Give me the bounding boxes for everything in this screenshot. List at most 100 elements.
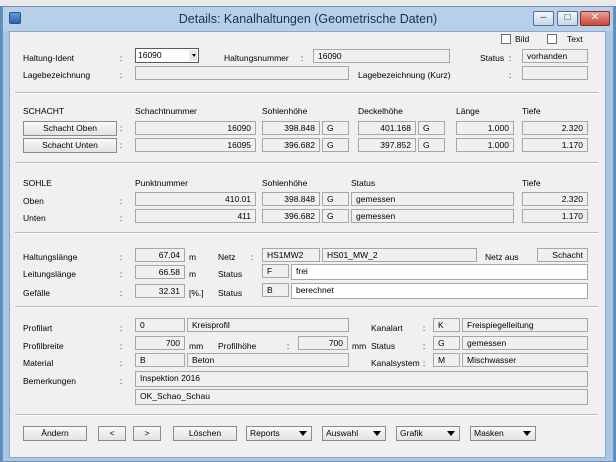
colon: : xyxy=(119,70,123,80)
kanalsystem-code-field[interactable]: M xyxy=(433,353,460,367)
sohle-oben-status-field[interactable]: gemessen xyxy=(351,192,514,206)
tiefe-oben-field[interactable]: 2.320 xyxy=(522,121,588,135)
col-laenge: Länge xyxy=(456,106,480,116)
colon: : xyxy=(119,123,123,133)
colon: : xyxy=(119,196,123,206)
deckelhoehe-oben-field[interactable]: 401.168 xyxy=(358,121,416,135)
separator xyxy=(15,306,598,308)
haltung-ident-select[interactable]: 16090 xyxy=(135,48,199,63)
aendern-button[interactable]: Ändern xyxy=(23,426,87,441)
netz-aus-field[interactable]: Schacht xyxy=(537,248,588,262)
colon: : xyxy=(119,323,123,333)
gefaelle-unit: [%.] xyxy=(189,288,204,298)
colon: : xyxy=(119,140,123,150)
minimize-button[interactable]: – xyxy=(533,11,554,26)
status-frei-code[interactable]: F xyxy=(262,264,289,278)
gefaelle-field[interactable]: 32.31 xyxy=(135,284,185,298)
lagebezeichnung-kurz-field[interactable] xyxy=(522,66,588,80)
sohlenhoehe-unten-status[interactable]: G xyxy=(322,138,349,152)
sohle-unten-hoehe-status[interactable]: G xyxy=(322,209,349,223)
colon: : xyxy=(508,53,512,63)
punktnummer-oben-field[interactable]: 410.01 xyxy=(135,192,256,206)
grafik-dropdown[interactable]: Grafik xyxy=(396,426,460,441)
material-code-field[interactable]: B xyxy=(135,353,185,367)
masken-dropdown[interactable]: Masken xyxy=(470,426,536,441)
col-tiefe: Tiefe xyxy=(522,178,541,188)
sohle-oben-hoehe-field[interactable]: 398.848 xyxy=(262,192,320,206)
haltungslaenge-field[interactable]: 67.04 xyxy=(135,248,185,262)
status-berechnet-code[interactable]: B xyxy=(262,283,289,297)
lagebezeichnung-kurz-label: Lagebezeichnung (Kurz) xyxy=(358,70,451,80)
laenge-oben-field[interactable]: 1.000 xyxy=(456,121,514,135)
tiefe-unten-field[interactable]: 1.170 xyxy=(522,138,588,152)
bild-checkbox[interactable] xyxy=(501,34,511,44)
profilart-code-field[interactable]: 0 xyxy=(135,318,185,332)
masken-label: Masken xyxy=(474,428,504,438)
sohle-unten-hoehe-field[interactable]: 396.682 xyxy=(262,209,320,223)
loeschen-button[interactable]: Löschen xyxy=(173,426,237,441)
sohle-oben-tiefe-field[interactable]: 2.320 xyxy=(522,192,588,206)
sohle-oben-hoehe-status[interactable]: G xyxy=(322,192,349,206)
schachtnummer-unten-field[interactable]: 16095 xyxy=(135,138,256,152)
leitungslaenge-field[interactable]: 66.58 xyxy=(135,265,185,279)
deckelhoehe-oben-status[interactable]: G xyxy=(418,121,445,135)
deckelhoehe-unten-field[interactable]: 397.852 xyxy=(358,138,416,152)
maximize-button[interactable]: □ xyxy=(557,11,578,26)
netz-code-field[interactable]: HS1MW2 xyxy=(262,248,320,262)
auswahl-label: Auswahl xyxy=(326,428,359,438)
colon: : xyxy=(119,252,123,262)
colon: : xyxy=(422,323,426,333)
separator xyxy=(15,92,598,94)
schacht-oben-button[interactable]: Schacht Oben xyxy=(23,121,117,136)
bemerkung-line-1[interactable]: Inspektion 2016 xyxy=(135,371,588,387)
netz-label: Netz xyxy=(218,252,236,262)
colon: : xyxy=(300,53,304,63)
material-text-field[interactable]: Beton xyxy=(187,353,349,367)
text-label: Text xyxy=(567,34,583,44)
separator xyxy=(15,232,598,234)
profil-status-code[interactable]: G xyxy=(433,336,460,350)
profil-status-text[interactable]: gemessen xyxy=(462,336,588,350)
netz-name-field[interactable]: HS01_MW_2 xyxy=(322,248,477,262)
status-frei-text[interactable]: frei xyxy=(291,264,588,280)
laenge-unten-field[interactable]: 1.000 xyxy=(456,138,514,152)
lagebezeichnung-field[interactable] xyxy=(135,66,349,80)
colon: : xyxy=(119,376,123,386)
bemerkung-line-2[interactable]: OK_Schao_Schau xyxy=(135,389,588,405)
status-field[interactable]: vorhanden xyxy=(522,49,588,63)
schacht-unten-button[interactable]: Schacht Unten xyxy=(23,138,117,153)
next-button[interactable]: > xyxy=(133,426,161,441)
leitungslaenge-label: Leitungslänge xyxy=(23,269,76,279)
auswahl-dropdown[interactable]: Auswahl xyxy=(322,426,386,441)
profilart-label: Profilart xyxy=(23,323,53,333)
text-checkbox[interactable] xyxy=(547,34,557,44)
separator xyxy=(15,414,598,416)
bild-label: Bild xyxy=(515,34,530,44)
col-status: Status xyxy=(351,178,376,188)
sohle-unten-tiefe-field[interactable]: 1.170 xyxy=(522,209,588,223)
grafik-label: Grafik xyxy=(400,428,423,438)
haltungslaenge-unit: m xyxy=(189,252,197,262)
sohle-unten-status-field[interactable]: gemessen xyxy=(351,209,514,223)
colon: : xyxy=(508,70,512,80)
profilart-text-field[interactable]: Kreisprofil xyxy=(187,318,349,332)
close-button[interactable]: ✕ xyxy=(580,11,610,26)
sohlenhoehe-oben-status[interactable]: G xyxy=(322,121,349,135)
reports-dropdown[interactable]: Reports xyxy=(246,426,312,441)
profilbreite-field[interactable]: 700 xyxy=(135,336,185,350)
chevron-down-icon xyxy=(447,431,455,436)
profilhoehe-field[interactable]: 700 xyxy=(298,336,348,350)
sohlenhoehe-oben-field[interactable]: 398.848 xyxy=(262,121,320,135)
lagebezeichnung-label: Lagebezeichnung xyxy=(23,70,91,80)
haltungsnummer-field[interactable]: 16090 xyxy=(313,49,450,63)
deckelhoehe-unten-status[interactable]: G xyxy=(418,138,445,152)
schachtnummer-oben-field[interactable]: 16090 xyxy=(135,121,256,135)
status-berechnet-text[interactable]: berechnet xyxy=(291,283,588,299)
previous-button[interactable]: < xyxy=(98,426,126,441)
kanalart-code-field[interactable]: K xyxy=(433,318,460,332)
kanalart-text-field[interactable]: Freispiegelleitung xyxy=(462,318,588,332)
sohlenhoehe-unten-field[interactable]: 396.682 xyxy=(262,138,320,152)
punktnummer-unten-field[interactable]: 411 xyxy=(135,209,256,223)
col-punktnummer: Punktnummer xyxy=(135,178,188,188)
kanalsystem-text-field[interactable]: Mischwasser xyxy=(462,353,588,367)
